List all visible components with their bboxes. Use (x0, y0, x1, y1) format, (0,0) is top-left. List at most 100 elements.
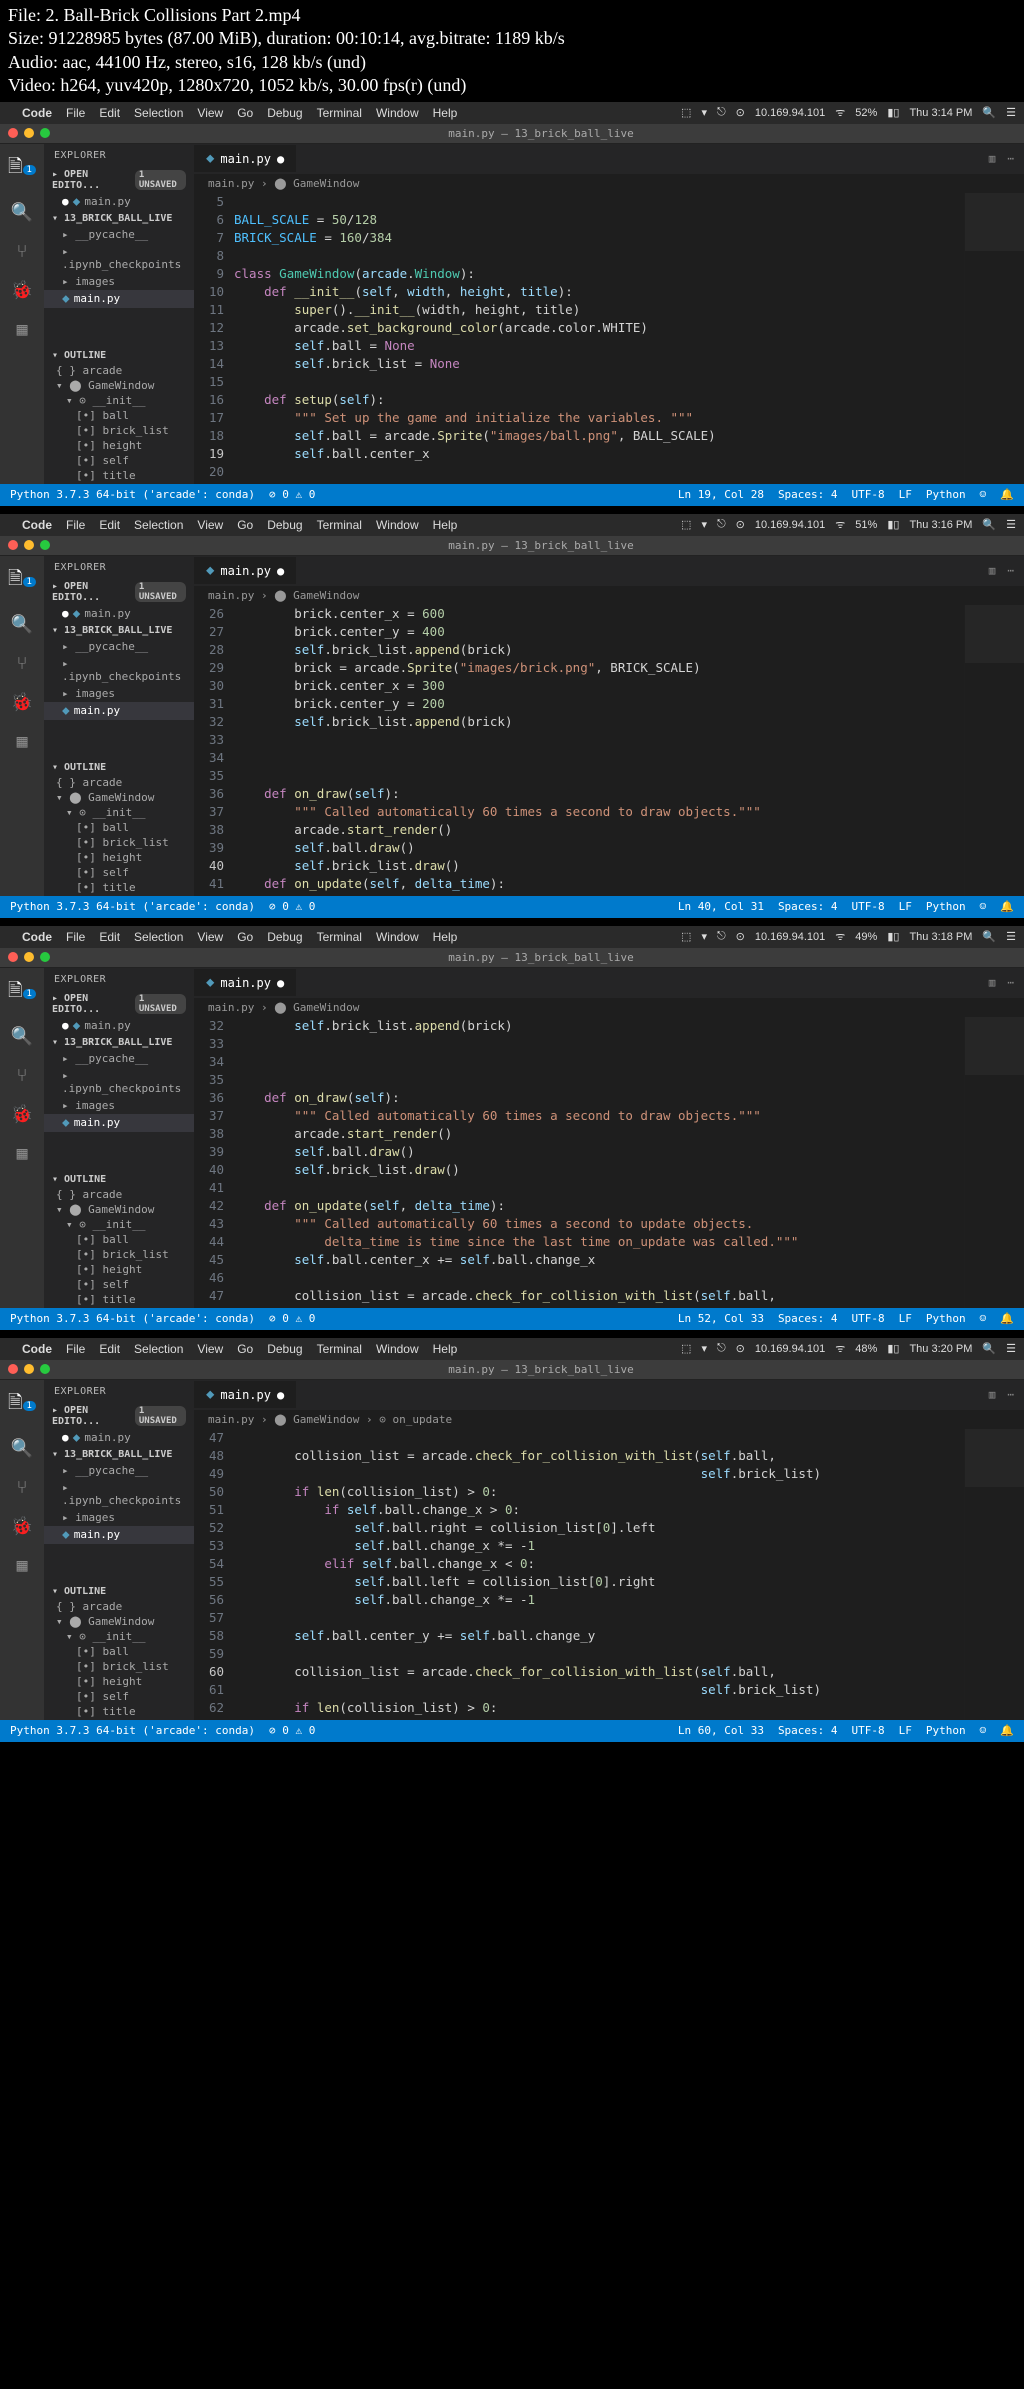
line-number[interactable]: 52 (194, 1519, 224, 1537)
minimap[interactable] (964, 1429, 1024, 1720)
outline-item[interactable]: ▾ ⊙ __init__ (44, 393, 194, 408)
open-editor-file[interactable]: ● ⬥ main.py (44, 605, 194, 623)
menu-go[interactable]: Go (237, 106, 253, 120)
outline-item[interactable]: [•] title (44, 1292, 194, 1307)
code-area[interactable]: 2627282930313233343536373839404142434445… (194, 605, 1024, 896)
search-icon[interactable]: 🔍 (11, 1438, 33, 1459)
code-content[interactable]: collision_list = arcade.check_for_collis… (234, 1429, 964, 1720)
line-number[interactable]: 19 (194, 445, 224, 463)
outline-item[interactable]: [•] height (44, 1262, 194, 1277)
breadcrumb[interactable]: main.py › ⬤ GameWindow (194, 174, 1024, 193)
code-line[interactable]: class GameWindow(arcade.Window): (234, 265, 964, 283)
line-number[interactable]: 63 (194, 1717, 224, 1720)
code-line[interactable] (234, 731, 964, 749)
eol[interactable]: LF (899, 488, 912, 501)
explorer-icon[interactable]: 🗎1 (0, 566, 39, 596)
wifi-icon[interactable]: ᯤ (835, 517, 845, 532)
line-number[interactable]: 56 (194, 1591, 224, 1609)
outline-section[interactable]: ▾ OUTLINE (44, 348, 194, 363)
encoding[interactable]: UTF-8 (852, 1724, 885, 1737)
code-line[interactable]: self.brick_list.draw() (234, 1161, 964, 1179)
line-number[interactable]: 58 (194, 1627, 224, 1645)
code-line[interactable]: self.brick_list) (234, 1305, 964, 1308)
tray-icon[interactable]: ⎋ (717, 1342, 726, 1355)
extensions-icon[interactable]: ▦ (17, 1555, 28, 1576)
line-number[interactable]: 49 (194, 1465, 224, 1483)
line-number[interactable]: 5 (194, 193, 224, 211)
debug-icon[interactable]: 🐞 (11, 692, 33, 713)
folder-item[interactable]: ▸ images (44, 273, 194, 290)
language-mode[interactable]: Python (926, 900, 966, 913)
menu-view[interactable]: View (197, 930, 223, 944)
line-number[interactable]: 44 (194, 1233, 224, 1251)
code-line[interactable]: """ Called automatically 60 times a seco… (234, 893, 964, 896)
python-interpreter[interactable]: Python 3.7.3 64-bit ('arcade': conda) (10, 900, 255, 913)
code-line[interactable]: self.brick_list) (234, 1465, 964, 1483)
menu-terminal[interactable]: Terminal (317, 518, 362, 532)
code-line[interactable]: collision_list = arcade.check_for_collis… (234, 1663, 964, 1681)
line-number[interactable]: 7 (194, 229, 224, 247)
line-number[interactable]: 36 (194, 785, 224, 803)
code-line[interactable]: if len(collision_list) > 0: (234, 1699, 964, 1717)
tray-icon[interactable]: ▾ (701, 106, 707, 119)
line-number[interactable]: 60 (194, 1663, 224, 1681)
menu-go[interactable]: Go (237, 1342, 253, 1356)
line-number[interactable]: 15 (194, 373, 224, 391)
code-line[interactable] (234, 1053, 964, 1071)
outline-item[interactable]: [•] title (44, 468, 194, 483)
line-number[interactable]: 54 (194, 1555, 224, 1573)
code-line[interactable]: """ Set up the game and initialize the v… (234, 409, 964, 427)
line-number[interactable]: 12 (194, 319, 224, 337)
outline-item[interactable]: ▾ ⊙ __init__ (44, 1217, 194, 1232)
code-line[interactable]: self.ball.change_x *= -1 (234, 1537, 964, 1555)
app-name[interactable]: Code (22, 106, 52, 120)
code-line[interactable]: super().__init__(width, height, title) (234, 301, 964, 319)
open-editor-file[interactable]: ● ⬥ main.py (44, 1017, 194, 1035)
editor-tab[interactable]: ⬥ main.py ● (194, 557, 296, 584)
code-line[interactable] (234, 481, 964, 484)
code-line[interactable]: collision_list = arcade.check_for_collis… (234, 1447, 964, 1465)
outline-item[interactable]: [•] brick_list (44, 1659, 194, 1674)
tray-icon[interactable]: ⎋ (717, 106, 726, 119)
line-number[interactable]: 21 (194, 481, 224, 484)
wifi-icon[interactable]: ᯤ (835, 1341, 845, 1356)
code-line[interactable]: if self.ball.change_x > 0: (234, 1717, 964, 1720)
problems-count[interactable]: ⊘ 0 ⚠ 0 (269, 1312, 315, 1325)
open-editors-section[interactable]: ▸ OPEN EDITO... 1 UNSAVED (44, 579, 194, 605)
code-area[interactable]: 5678910111213141516171819202122232425262… (194, 193, 1024, 484)
line-number[interactable]: 35 (194, 767, 224, 785)
menu-terminal[interactable]: Terminal (317, 106, 362, 120)
code-line[interactable]: brick.center_y = 200 (234, 695, 964, 713)
line-number[interactable]: 16 (194, 391, 224, 409)
line-number[interactable]: 32 (194, 1017, 224, 1035)
explorer-icon[interactable]: 🗎1 (0, 978, 39, 1008)
code-line[interactable]: self.brick_list.draw() (234, 857, 964, 875)
code-line[interactable]: self.ball.center_y += self.ball.change_y (234, 1627, 964, 1645)
code-line[interactable] (234, 749, 964, 767)
line-number[interactable]: 55 (194, 1573, 224, 1591)
line-number[interactable]: 41 (194, 1179, 224, 1197)
app-name[interactable]: Code (22, 518, 52, 532)
outline-item[interactable]: [•] ball (44, 1644, 194, 1659)
tray-icon[interactable]: ⊙ (736, 930, 745, 943)
eol[interactable]: LF (899, 1724, 912, 1737)
line-number[interactable]: 8 (194, 247, 224, 265)
outline-item[interactable]: [•] title (44, 880, 194, 895)
cursor-position[interactable]: Ln 19, Col 28 (678, 488, 764, 501)
menu-debug[interactable]: Debug (267, 106, 302, 120)
outline-item[interactable]: [•] width (44, 1719, 194, 1720)
close-window-icon[interactable] (8, 952, 18, 962)
maximize-window-icon[interactable] (40, 128, 50, 138)
editor-tab[interactable]: ⬥ main.py ● (194, 145, 296, 172)
menu-window[interactable]: Window (376, 1342, 419, 1356)
menu-selection[interactable]: Selection (134, 106, 183, 120)
menu-view[interactable]: View (197, 518, 223, 532)
outline-item[interactable]: [•] height (44, 438, 194, 453)
line-number[interactable]: 46 (194, 1269, 224, 1287)
line-number[interactable]: 40 (194, 857, 224, 875)
code-content[interactable]: self.brick_list.append(brick) def on_dra… (234, 1017, 964, 1308)
python-interpreter[interactable]: Python 3.7.3 64-bit ('arcade': conda) (10, 488, 255, 501)
menu-edit[interactable]: Edit (99, 930, 120, 944)
debug-icon[interactable]: 🐞 (11, 1516, 33, 1537)
menu-help[interactable]: Help (433, 106, 458, 120)
